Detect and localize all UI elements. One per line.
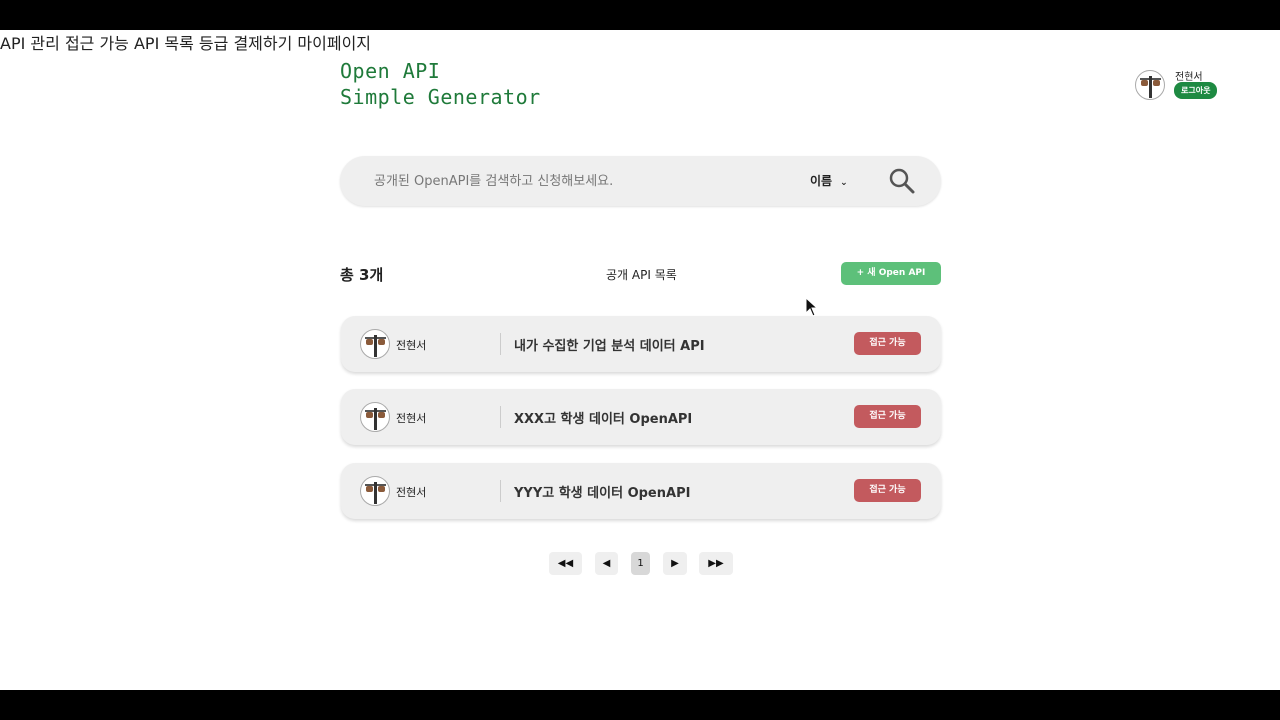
next-page-button[interactable]: ▶	[663, 552, 687, 575]
nav-accessible-api-list[interactable]: 접근 가능 API 목록	[65, 34, 194, 53]
access-status-badge[interactable]: 접근 가능	[854, 479, 921, 502]
api-row[interactable]: 전현서 XXX고 학생 데이터 OpenAPI 접근 가능	[341, 389, 941, 445]
api-row[interactable]: 전현서 YYY고 학생 데이터 OpenAPI 접근 가능	[341, 463, 941, 519]
divider	[500, 406, 501, 428]
divider	[500, 480, 501, 502]
avatar	[360, 329, 390, 359]
main-nav: API 관리 접근 가능 API 목록 등급 결제하기 마이페이지	[0, 30, 1280, 54]
avatar[interactable]	[1135, 70, 1165, 100]
list-title: 공개 API 목록	[606, 268, 677, 282]
access-status-badge[interactable]: 접근 가능	[854, 405, 921, 428]
logo-line-2: Simple Generator	[340, 85, 541, 109]
nav-grade-payment[interactable]: 등급 결제하기	[199, 34, 292, 53]
search-filter-value: 이름	[810, 174, 833, 188]
api-name: 내가 수집한 기업 분석 데이터 API	[514, 339, 705, 354]
page-number-button[interactable]: 1	[631, 552, 650, 575]
divider	[500, 333, 501, 355]
api-owner: 전현서	[396, 339, 427, 352]
nav-my-page[interactable]: 마이페이지	[297, 34, 371, 53]
api-name: XXX고 학생 데이터 OpenAPI	[514, 412, 693, 427]
access-status-badge[interactable]: 접근 가능	[854, 332, 921, 355]
total-count: 총 3개	[340, 266, 384, 284]
mouse-cursor-icon	[805, 297, 819, 317]
logo-line-1: Open API	[340, 59, 441, 83]
chevron-down-icon: ⌄	[840, 178, 848, 188]
new-open-api-button[interactable]: + 새 Open API	[841, 262, 941, 285]
search-bar: 이름 ⌄	[340, 156, 941, 206]
prev-page-button[interactable]: ◀	[595, 552, 618, 575]
user-profile: 전현서 로그아웃	[1135, 68, 1225, 102]
last-page-button[interactable]: ▶▶	[699, 552, 733, 575]
api-owner: 전현서	[396, 486, 427, 499]
user-name: 전현서	[1175, 72, 1203, 83]
logout-button[interactable]: 로그아웃	[1174, 82, 1218, 99]
search-input[interactable]	[374, 170, 774, 192]
app-logo[interactable]: Open API Simple Generator	[340, 58, 541, 110]
search-filter-select[interactable]: 이름 ⌄	[810, 172, 848, 189]
avatar	[360, 476, 390, 506]
api-name: YYY고 학생 데이터 OpenAPI	[514, 486, 691, 501]
avatar	[360, 402, 390, 432]
app-page: Open API Simple Generator API 관리 접근 가능 A…	[0, 30, 1280, 690]
first-page-button[interactable]: ◀◀	[549, 552, 582, 575]
search-icon[interactable]	[888, 167, 916, 195]
api-owner: 전현서	[396, 412, 427, 425]
api-row[interactable]: 전현서 내가 수집한 기업 분석 데이터 API 접근 가능	[341, 316, 941, 372]
nav-api-management[interactable]: API 관리	[0, 34, 60, 53]
